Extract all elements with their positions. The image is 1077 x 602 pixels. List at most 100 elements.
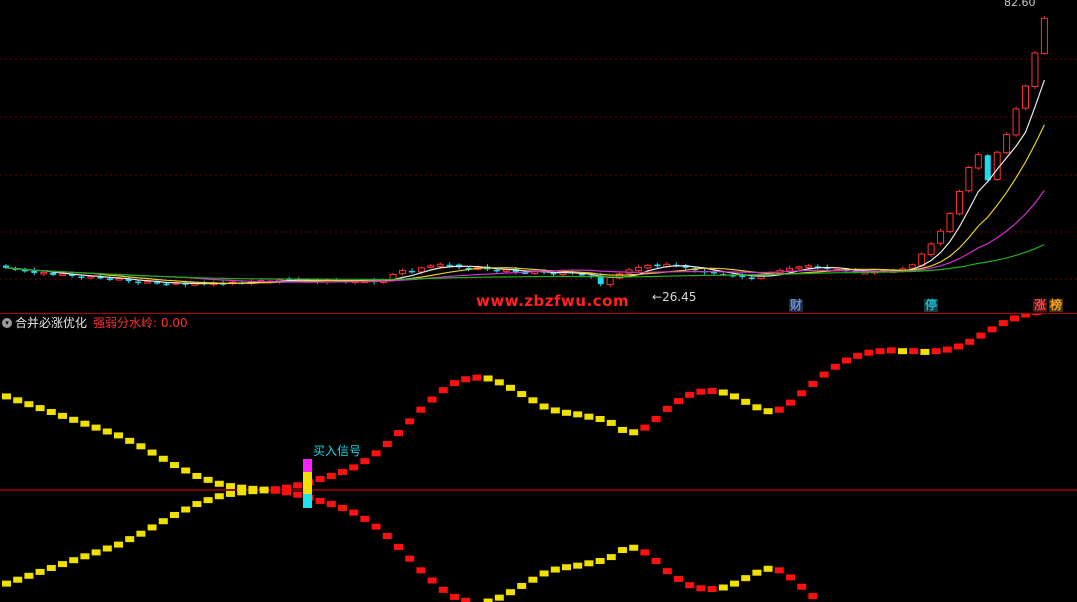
indicator-upper-block <box>181 467 191 474</box>
indicator-upper-block <box>550 407 560 414</box>
indicator-lower-block <box>438 586 448 593</box>
indicator-lower-block <box>696 585 706 592</box>
indicator-upper-block <box>595 416 605 423</box>
indicator-lower-block <box>315 497 325 504</box>
indicator-lower-block <box>461 597 471 602</box>
indicator-lower-block <box>102 545 112 552</box>
indicator-lower-block <box>326 501 336 508</box>
indicator-lower-block <box>539 570 549 577</box>
indicator-upper-block <box>853 352 863 359</box>
high-price-label: 82.60 <box>1004 0 1036 9</box>
candle-body <box>654 264 661 267</box>
candle-body <box>918 253 926 266</box>
indicator-upper-block <box>931 348 941 355</box>
event-marker-halt[interactable]: 停 <box>924 299 939 312</box>
candle-body <box>163 283 170 286</box>
indicator-upper-block <box>864 349 874 356</box>
indicator-upper-block <box>1010 315 1019 322</box>
candle-body <box>115 278 123 281</box>
indicator-upper-block <box>517 391 527 398</box>
indicator-upper-block <box>69 416 79 423</box>
indicator-upper-block <box>450 380 459 387</box>
candle-body <box>106 278 113 281</box>
indicator-upper-block <box>438 387 448 394</box>
indicator-lower-block <box>192 501 202 508</box>
indicator-upper-block <box>315 476 325 483</box>
candle-body <box>946 212 954 233</box>
indicator-upper-block <box>662 405 672 412</box>
indicator-lower-block <box>562 564 571 571</box>
candle-body <box>398 269 406 275</box>
candle-body <box>408 270 415 273</box>
indicator-lower-block <box>282 489 291 496</box>
indicator-lower-block <box>13 576 23 583</box>
price-chart-canvas <box>0 16 1077 288</box>
indicator-upper-block <box>819 371 829 378</box>
indicator-upper-block <box>158 455 168 462</box>
indicator-lower-block <box>2 580 11 587</box>
indicator-upper-block <box>573 411 583 418</box>
indicator-upper-block <box>976 332 986 339</box>
indicator-upper-block <box>203 476 213 483</box>
low-price-label: ←26.45 <box>652 290 697 304</box>
candle-body <box>908 264 916 269</box>
low-price-value: 26.45 <box>662 290 697 304</box>
indicator-upper-block <box>786 399 795 406</box>
indicator-upper-block <box>405 418 415 425</box>
indicator-upper-block <box>136 443 146 450</box>
indicator-upper-block <box>192 472 202 479</box>
indicator-upper-block <box>293 482 303 489</box>
candle-body <box>748 277 755 280</box>
candle-body <box>154 282 161 284</box>
candle-body <box>78 276 85 279</box>
indicator-lower-block <box>35 568 45 575</box>
indicator-lower-block <box>517 582 527 589</box>
indicator-upper-block <box>909 348 919 355</box>
indicator-upper-block <box>326 472 336 479</box>
indicator-upper-block <box>842 357 851 364</box>
candle-body <box>804 265 812 268</box>
indicator-lower-block <box>718 584 728 591</box>
main-price-chart[interactable] <box>0 0 1077 313</box>
indicator-upper-block <box>730 393 739 400</box>
indicator-lower-block <box>606 554 616 561</box>
candle-body <box>634 266 642 271</box>
indicator-upper-block <box>24 401 34 408</box>
indicator-upper-block <box>987 326 997 333</box>
indicator-lower-block <box>58 561 67 568</box>
candle-body <box>427 265 435 268</box>
indicator-upper-block <box>606 419 616 426</box>
indicator-upper-block <box>506 384 515 391</box>
indicator-lower-block <box>371 523 381 530</box>
indicator-upper-block <box>80 420 90 427</box>
candle-body <box>144 281 152 284</box>
indicator-lower-block <box>774 567 784 574</box>
indicator-lower-block <box>741 575 751 582</box>
event-marker-finance[interactable]: 财 <box>789 299 804 312</box>
indicator-upper-block <box>808 380 818 387</box>
indicator-upper-block <box>494 379 504 386</box>
indicator-upper-block <box>1032 314 1042 316</box>
indicator-lower-block <box>80 553 90 560</box>
indicator-upper-block <box>35 405 45 412</box>
indicator-lower-block <box>114 541 123 548</box>
indicator-upper-block <box>46 409 56 415</box>
indicator-upper-block <box>886 347 896 354</box>
indicator-lower-block <box>595 557 605 564</box>
event-marker-limit-up[interactable]: 涨 <box>1033 299 1048 312</box>
indicator-lower-block <box>382 533 392 540</box>
indicator-lower-block <box>69 557 79 564</box>
candle-body <box>50 272 57 275</box>
indicator-lower-block <box>24 572 34 579</box>
event-marker-ranking[interactable]: 榜 <box>1049 299 1064 312</box>
candle-body <box>644 264 652 269</box>
candle-body <box>502 269 510 272</box>
indicator-upper-block <box>942 346 952 353</box>
indicator-lower-block <box>528 576 538 583</box>
indicator-upper-block <box>539 403 549 410</box>
candle-body <box>135 281 142 284</box>
indicator-chart[interactable] <box>0 314 1077 602</box>
indicator-upper-block <box>1021 314 1031 318</box>
indicator-lower-block <box>752 569 762 576</box>
indicator-upper-block <box>797 390 807 397</box>
